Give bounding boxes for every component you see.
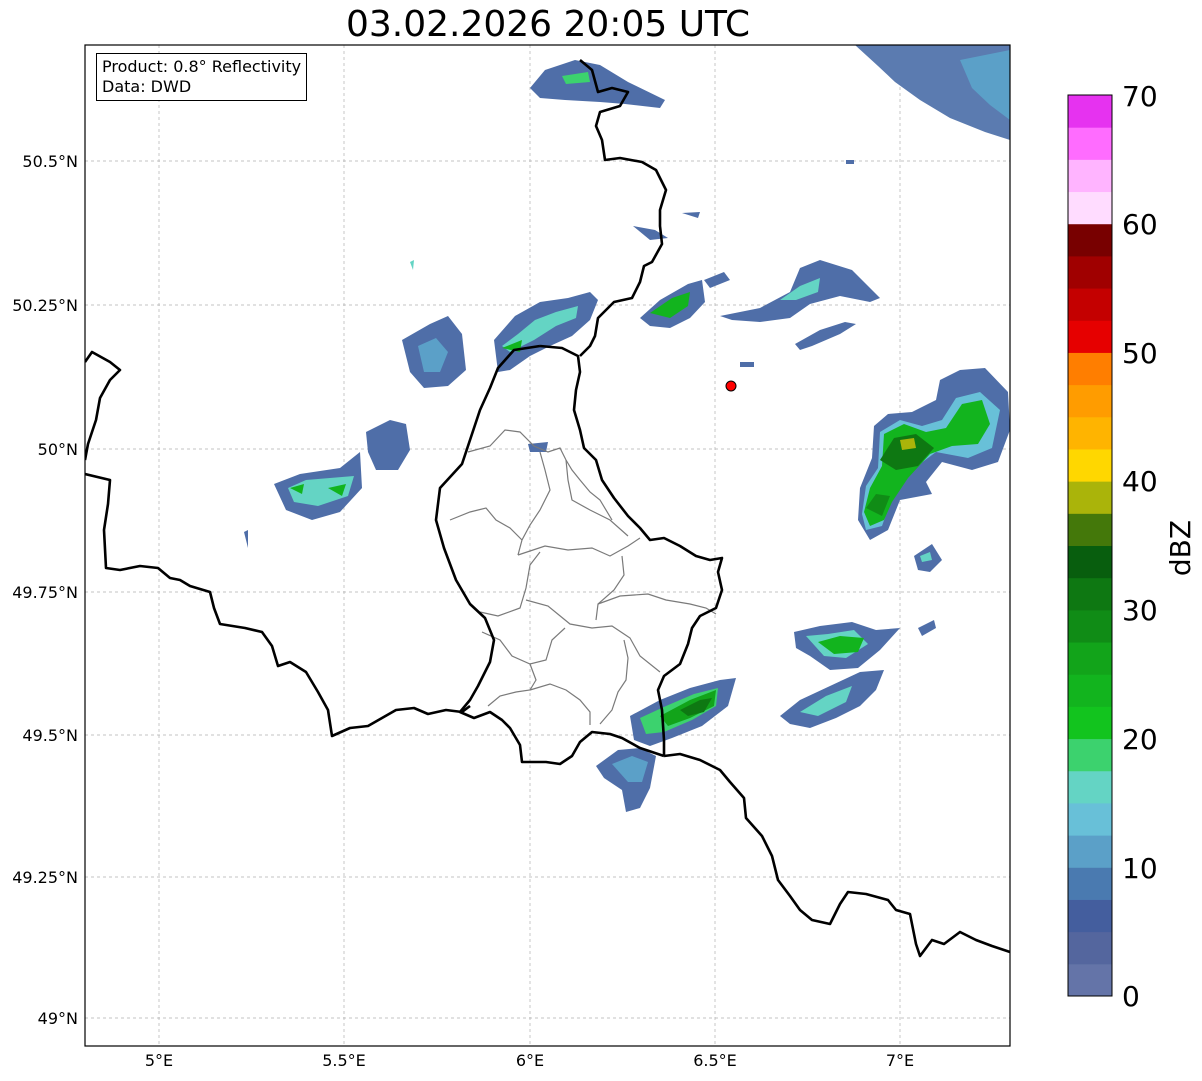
colorbar-segment (1068, 95, 1112, 128)
colorbar-segment (1068, 384, 1112, 418)
colorbar-segment (1068, 191, 1112, 225)
colorbar-segment (1068, 255, 1112, 289)
y-axis: 50.5°N 50.25°N 50°N 49.75°N 49.5°N 49.25… (12, 152, 78, 1028)
colorbar-segment (1068, 577, 1112, 611)
x-tick-label: 5°E (145, 1051, 173, 1070)
colorbar-segment (1068, 481, 1112, 514)
colorbar-segment (1068, 802, 1112, 836)
colorbar-tick-label: 70 (1122, 80, 1158, 113)
colorbar-segment (1068, 609, 1112, 643)
x-tick-label: 6°E (516, 1051, 544, 1070)
y-tick-label: 49.25°N (12, 868, 78, 887)
colorbar-segment (1068, 770, 1112, 804)
data-source-label: Data: DWD (102, 77, 192, 96)
colorbar-segment (1068, 416, 1112, 450)
colorbar-tick-label: 10 (1122, 852, 1158, 885)
colorbar-segment (1068, 899, 1112, 933)
echo-small (846, 160, 854, 164)
x-tick-label: 7°E (886, 1051, 914, 1070)
y-tick-label: 50.25°N (12, 296, 78, 315)
colorbar-segment (1068, 159, 1112, 193)
echo-east-storm-olive (900, 438, 916, 450)
product-info-box: Product: 0.8° Reflectivity Data: DWD (96, 53, 308, 101)
y-tick-label: 50.5°N (22, 152, 78, 171)
colorbar-segment (1068, 545, 1112, 579)
colorbar-segment (1068, 127, 1112, 160)
colorbar-segment (1068, 352, 1112, 386)
colorbar-segment (1068, 706, 1112, 740)
colorbar-segment (1068, 867, 1112, 900)
colorbar-ticks: 0 10 20 30 40 50 60 70 (1122, 80, 1158, 1013)
colorbar-tick-label: 50 (1122, 337, 1158, 370)
radar-site-marker[interactable] (725, 380, 737, 392)
product-label: Product: 0.8° Reflectivity (102, 57, 302, 76)
colorbar-segment (1068, 738, 1112, 772)
colorbar-segment (1068, 320, 1112, 353)
colorbar-tick-label: 30 (1122, 594, 1158, 627)
x-tick-label: 5.5°E (322, 1051, 366, 1070)
colorbar-segment (1068, 674, 1112, 707)
colorbar-segment (1068, 513, 1112, 546)
y-tick-label: 49°N (38, 1009, 78, 1028)
colorbar-tick-label: 60 (1122, 208, 1158, 241)
colorbar-segment (1068, 931, 1112, 965)
colorbar-segment (1068, 223, 1112, 257)
radar-map: 5°E 5.5°E 6°E 6.5°E 7°E 50.5°N 50.25°N 5… (12, 44, 1197, 1070)
colorbar-segment (1068, 642, 1112, 675)
colorbar-tick-label: 0 (1122, 980, 1140, 1013)
colorbar (1068, 95, 1112, 997)
y-tick-label: 49.75°N (12, 583, 78, 602)
x-axis: 5°E 5.5°E 6°E 6.5°E 7°E (145, 1051, 914, 1070)
y-tick-label: 49.5°N (22, 726, 78, 745)
colorbar-segment (1068, 835, 1112, 868)
echo-small (740, 362, 754, 367)
colorbar-segment (1068, 963, 1112, 997)
colorbar-segment (1068, 448, 1112, 482)
colorbar-tick-label: 20 (1122, 723, 1158, 756)
colorbar-label: dBZ (1164, 520, 1197, 576)
colorbar-tick-label: 40 (1122, 465, 1158, 498)
colorbar-segment (1068, 288, 1112, 321)
x-tick-label: 6.5°E (693, 1051, 737, 1070)
y-tick-label: 50°N (38, 440, 78, 459)
